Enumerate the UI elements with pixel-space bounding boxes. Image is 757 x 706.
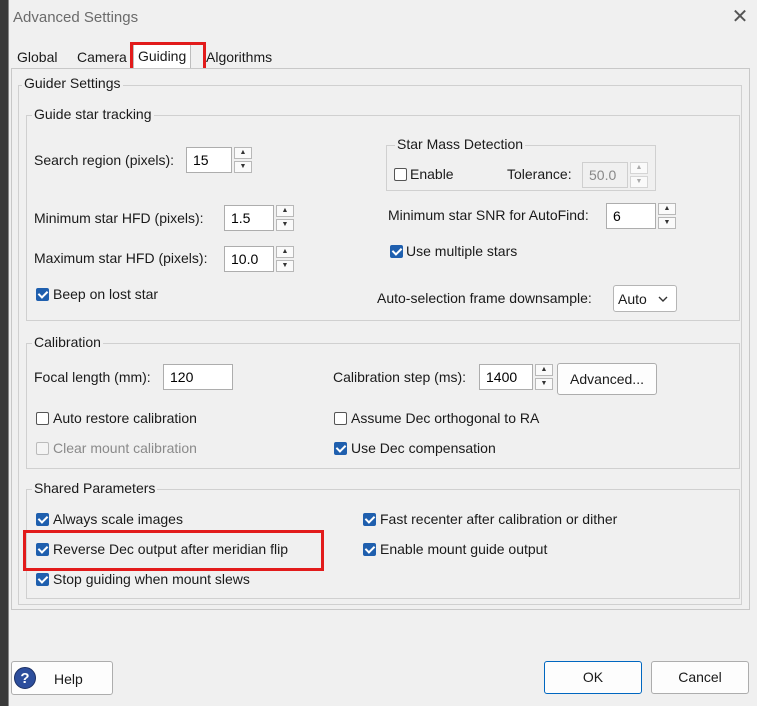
spin-down-icon[interactable]: ▼ [276,219,294,231]
stop-guiding-on-slew-checkbox[interactable] [36,573,49,586]
tolerance-label: Tolerance: [507,166,572,182]
star-mass-enable-label: Enable [410,166,454,182]
enable-mount-guide-output-checkbox[interactable] [363,543,376,556]
fast-recenter-checkbox[interactable] [363,513,376,526]
enable-mount-guide-output-label: Enable mount guide output [380,541,548,557]
beep-lost-star-label: Beep on lost star [53,286,159,302]
tolerance-input: 50.0 [582,162,628,188]
max-star-hfd-label: Maximum star HFD (pixels): [34,250,208,266]
min-snr-spinner[interactable]: ▲ ▼ [658,203,676,229]
calibration-step-label: Calibration step (ms): [333,369,467,385]
search-region-input[interactable]: 15 [186,147,232,173]
tab-global[interactable]: Global [13,46,62,68]
reverse-dec-output-label: Reverse Dec output after meridian flip [53,541,288,557]
close-icon[interactable]: ✕ [727,4,753,30]
star-mass-detection-legend: Star Mass Detection [395,136,526,152]
spin-up-icon[interactable]: ▲ [658,203,676,215]
calibration-advanced-button[interactable]: Advanced... [557,363,657,395]
tab-guiding[interactable]: Guiding [133,44,192,69]
stop-guiding-on-slew-label: Stop guiding when mount slews [53,571,250,587]
use-multiple-stars-label: Use multiple stars [406,243,518,259]
min-snr-label: Minimum star SNR for AutoFind: [388,207,589,223]
focal-length-input[interactable]: 120 [163,364,233,390]
auto-restore-calibration-label: Auto restore calibration [53,410,197,426]
spin-up-icon[interactable]: ▲ [535,364,553,376]
min-star-hfd-label: Minimum star HFD (pixels): [34,210,204,226]
min-snr-input[interactable]: 6 [606,203,656,229]
help-icon: ? [14,667,36,689]
calibration-legend: Calibration [32,334,103,350]
downsample-value: Auto [618,291,647,307]
clear-mount-calibration-label: Clear mount calibration [53,440,197,456]
guider-settings-legend: Guider Settings [22,75,123,91]
spin-up-icon[interactable]: ▲ [276,246,294,258]
background-desktop [0,0,8,706]
use-dec-compensation-checkbox[interactable] [334,442,347,455]
calibration-step-spinner[interactable]: ▲ ▼ [535,364,553,390]
tab-algorithms[interactable]: Algorithms [202,46,277,68]
window-title: Advanced Settings [13,9,139,26]
downsample-label: Auto-selection frame downsample: [377,290,592,306]
auto-restore-calibration-checkbox[interactable] [36,412,49,425]
clear-mount-calibration-checkbox [36,442,49,455]
assume-dec-orthogonal-label: Assume Dec orthogonal to RA [351,410,540,426]
spin-down-icon: ▼ [630,176,648,188]
max-star-hfd-spinner[interactable]: ▲ ▼ [276,246,294,272]
star-mass-enable-checkbox[interactable] [394,168,407,181]
fast-recenter-label: Fast recenter after calibration or dithe… [380,511,618,527]
always-scale-images-checkbox[interactable] [36,513,49,526]
spin-down-icon[interactable]: ▼ [234,161,252,173]
spin-down-icon[interactable]: ▼ [658,217,676,229]
search-region-label: Search region (pixels): [34,152,175,168]
focal-length-label: Focal length (mm): [34,369,151,385]
downsample-select[interactable]: Auto [613,285,677,312]
use-multiple-stars-checkbox[interactable] [390,245,403,258]
spin-up-icon[interactable]: ▲ [234,147,252,159]
spin-down-icon[interactable]: ▼ [276,260,294,272]
reverse-dec-output-checkbox[interactable] [36,543,49,556]
min-star-hfd-spinner[interactable]: ▲ ▼ [276,205,294,231]
calibration-step-input[interactable]: 1400 [479,364,533,390]
help-button[interactable]: ? Help [11,661,113,695]
spin-up-icon[interactable]: ▲ [276,205,294,217]
cancel-button[interactable]: Cancel [651,661,749,694]
advanced-settings-dialog: Advanced Settings ✕ Global Camera Guidin… [8,0,757,706]
shared-parameters-legend: Shared Parameters [32,480,158,496]
guide-star-tracking-legend: Guide star tracking [32,106,154,122]
beep-lost-star-checkbox[interactable] [36,288,49,301]
tolerance-spinner: ▲ ▼ [630,162,648,188]
max-star-hfd-input[interactable]: 10.0 [224,246,274,272]
assume-dec-orthogonal-checkbox[interactable] [334,412,347,425]
tab-camera[interactable]: Camera [73,46,131,68]
ok-button[interactable]: OK [544,661,642,694]
title-bar: Advanced Settings ✕ [9,0,757,36]
spin-up-icon: ▲ [630,162,648,174]
min-star-hfd-input[interactable]: 1.5 [224,205,274,231]
help-button-label: Help [54,671,83,687]
guiding-tab-page: Guider Settings Guide star tracking Sear… [11,68,750,610]
always-scale-images-label: Always scale images [53,511,183,527]
chevron-down-icon [658,296,668,302]
use-dec-compensation-label: Use Dec compensation [351,440,496,456]
search-region-spinner[interactable]: ▲ ▼ [234,147,252,173]
spin-down-icon[interactable]: ▼ [535,378,553,390]
